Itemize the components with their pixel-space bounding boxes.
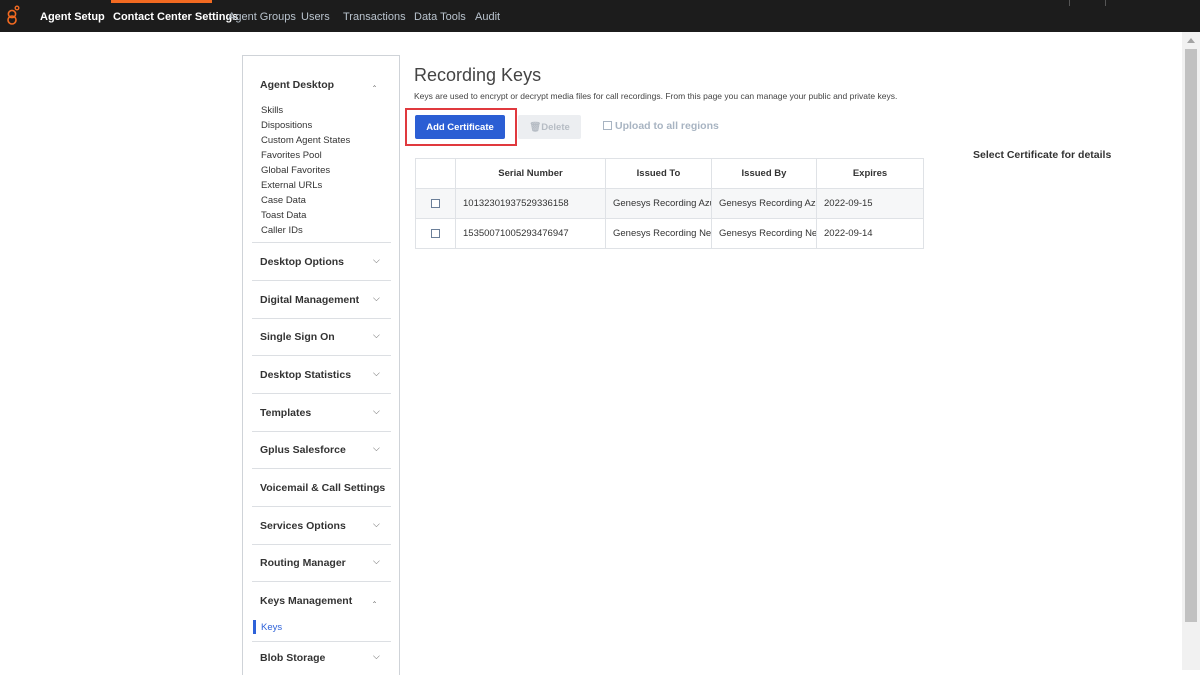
chevron-down-icon[interactable]: ⌵ bbox=[373, 651, 380, 662]
sidebar-item-favorites-pool[interactable]: Favorites Pool bbox=[261, 150, 322, 161]
section-divider bbox=[252, 355, 391, 356]
section-divider bbox=[252, 468, 391, 469]
chevron-down-icon[interactable]: ⌵ bbox=[373, 368, 380, 379]
serial-number-cell: 10132301937529336158 bbox=[455, 188, 606, 219]
section-desktop-options[interactable]: Desktop Options bbox=[260, 256, 344, 268]
section-desktop-statistics[interactable]: Desktop Statistics bbox=[260, 369, 351, 381]
section-routing-manager[interactable]: Routing Manager bbox=[260, 557, 346, 569]
sidebar-item-global-favorites[interactable]: Global Favorites bbox=[261, 165, 330, 176]
details-hint: Select Certificate for details bbox=[973, 149, 1112, 161]
table-row[interactable]: 10132301937529336158 Genesys Recording A… bbox=[415, 188, 924, 219]
chevron-down-icon[interactable]: ⌵ bbox=[373, 293, 380, 304]
chevron-down-icon[interactable]: ⌵ bbox=[373, 556, 380, 567]
issued-to-cell: Genesys Recording Azu bbox=[605, 188, 712, 219]
nav-data-tools[interactable]: Data Tools bbox=[414, 0, 466, 32]
section-divider bbox=[252, 641, 391, 642]
issued-to-cell: Genesys Recording New bbox=[605, 218, 712, 249]
upload-label: Upload to all regions bbox=[615, 120, 719, 132]
topbar-divider bbox=[1069, 0, 1070, 6]
page-title: Recording Keys bbox=[414, 65, 542, 85]
delete-button[interactable]: 🗑︎Delete bbox=[518, 115, 581, 139]
section-blob-storage[interactable]: Blob Storage bbox=[260, 652, 325, 664]
top-navigation-bar: Agent Setup Contact Center Settings Agen… bbox=[0, 0, 1200, 32]
select-column-header bbox=[415, 158, 456, 189]
chevron-down-icon[interactable]: ⌵ bbox=[376, 481, 383, 492]
chevron-down-icon[interactable]: ⌵ bbox=[373, 330, 380, 341]
nav-transactions[interactable]: Transactions bbox=[343, 0, 406, 32]
chevron-down-icon[interactable]: ⌵ bbox=[373, 519, 380, 530]
scrollbar-thumb[interactable] bbox=[1185, 49, 1197, 622]
genesys-logo-icon[interactable] bbox=[4, 5, 20, 29]
column-header-serial-number[interactable]: Serial Number bbox=[455, 158, 606, 189]
chevron-down-icon[interactable]: ⌵ bbox=[373, 443, 380, 454]
issued-by-cell: Genesys Recording Azu bbox=[711, 188, 817, 219]
sidebar-item-skills[interactable]: Skills bbox=[261, 105, 283, 116]
table-header-row: Serial Number Issued To Issued By Expire… bbox=[415, 158, 924, 189]
nav-agent-groups[interactable]: Agent Groups bbox=[228, 0, 296, 32]
nav-users[interactable]: Users bbox=[301, 0, 330, 32]
sidebar-item-custom-agent-states[interactable]: Custom Agent States bbox=[261, 135, 350, 146]
section-divider bbox=[252, 431, 391, 432]
chevron-up-icon[interactable]: ‸ bbox=[373, 77, 376, 88]
sidebar-item-case-data[interactable]: Case Data bbox=[261, 195, 306, 206]
section-divider bbox=[252, 280, 391, 281]
section-single-sign-on[interactable]: Single Sign On bbox=[260, 331, 335, 343]
section-keys-management[interactable]: Keys Management bbox=[260, 595, 352, 607]
sidebar-item-toast-data[interactable]: Toast Data bbox=[261, 210, 306, 221]
upload-checkbox[interactable] bbox=[603, 121, 612, 130]
page-description: Keys are used to encrypt or decrypt medi… bbox=[414, 91, 898, 101]
column-header-issued-to[interactable]: Issued To bbox=[605, 158, 712, 189]
vertical-scrollbar[interactable] bbox=[1182, 32, 1200, 670]
chevron-down-icon[interactable]: ⌵ bbox=[373, 255, 380, 266]
column-header-expires[interactable]: Expires bbox=[816, 158, 924, 189]
chevron-up-icon[interactable]: ‸ bbox=[373, 593, 376, 604]
section-divider bbox=[252, 393, 391, 394]
delete-button-label: Delete bbox=[541, 121, 570, 133]
serial-number-cell: 15350071005293476947 bbox=[455, 218, 606, 249]
sidebar-item-external-urls[interactable]: External URLs bbox=[261, 180, 322, 191]
scroll-up-arrow-icon[interactable] bbox=[1187, 38, 1195, 43]
section-divider bbox=[252, 581, 391, 582]
issued-by-cell: Genesys Recording New bbox=[711, 218, 817, 249]
section-divider bbox=[252, 318, 391, 319]
sidebar-item-dispositions[interactable]: Dispositions bbox=[261, 120, 312, 131]
section-digital-management[interactable]: Digital Management bbox=[260, 294, 359, 306]
sidebar-item-caller-ids[interactable]: Caller IDs bbox=[261, 225, 303, 236]
nav-audit[interactable]: Audit bbox=[475, 0, 500, 32]
row-checkbox[interactable] bbox=[431, 228, 440, 238]
row-select-cell bbox=[415, 218, 456, 249]
section-agent-desktop[interactable]: Agent Desktop bbox=[260, 79, 334, 91]
add-certificate-button[interactable]: Add Certificate bbox=[415, 115, 505, 139]
table-row[interactable]: 15350071005293476947 Genesys Recording N… bbox=[415, 218, 924, 249]
section-divider bbox=[252, 242, 391, 243]
nav-contact-center-settings[interactable]: Contact Center Settings bbox=[113, 0, 238, 32]
row-checkbox[interactable] bbox=[431, 198, 440, 208]
selected-indicator bbox=[253, 620, 256, 634]
section-divider bbox=[252, 506, 391, 507]
section-services-options[interactable]: Services Options bbox=[260, 520, 346, 532]
settings-sidebar: Agent Desktop ‸ Skills Dispositions Cust… bbox=[242, 55, 400, 675]
row-select-cell bbox=[415, 188, 456, 219]
trash-icon: 🗑︎ bbox=[529, 121, 542, 133]
nav-agent-setup[interactable]: Agent Setup bbox=[40, 0, 105, 32]
expires-cell: 2022-09-15 bbox=[816, 188, 924, 219]
column-header-issued-by[interactable]: Issued By bbox=[711, 158, 817, 189]
section-voicemail-call-settings[interactable]: Voicemail & Call Settings bbox=[260, 482, 385, 494]
sidebar-item-keys[interactable]: Keys bbox=[261, 622, 282, 633]
section-gplus-salesforce[interactable]: Gplus Salesforce bbox=[260, 444, 346, 456]
chevron-down-icon[interactable]: ⌵ bbox=[373, 406, 380, 417]
certificates-table: Serial Number Issued To Issued By Expire… bbox=[415, 158, 924, 249]
section-divider bbox=[252, 544, 391, 545]
section-templates[interactable]: Templates bbox=[260, 407, 311, 419]
expires-cell: 2022-09-14 bbox=[816, 218, 924, 249]
topbar-divider bbox=[1105, 0, 1106, 6]
